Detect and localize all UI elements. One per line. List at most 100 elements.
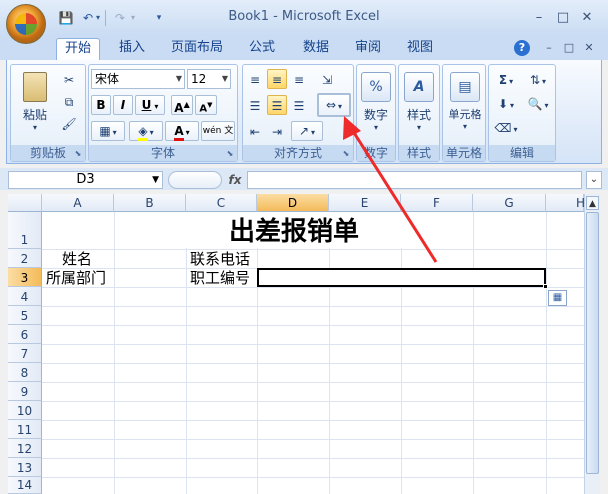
workbook-minimize-button[interactable]: – (540, 40, 558, 56)
alignment-dialog-launcher-icon[interactable]: ⬊ (341, 149, 351, 159)
cut-icon[interactable]: ✂ (59, 69, 79, 89)
increase-indent-icon[interactable]: ⇥ (267, 121, 287, 141)
column-header-b[interactable]: B (114, 194, 186, 212)
alignment-group: ≡ ≡ ≡ ⇲ ☰ ☰ ☰ ⇔ ▾ ⇤ ⇥ ↗ ▾ 对齐方式 ⬊ (242, 64, 354, 162)
cells-button[interactable]: ▤ 单元格 ▾ (445, 67, 485, 141)
clipboard-dialog-launcher-icon[interactable]: ⬊ (73, 149, 83, 159)
align-right-icon[interactable]: ☰ (289, 95, 309, 115)
orientation-button[interactable]: ↗ ▾ (291, 121, 323, 141)
editing-group-label: 编辑 (489, 145, 555, 161)
row-header-13[interactable]: 13 (8, 458, 42, 477)
help-icon[interactable]: ? (514, 40, 530, 56)
column-header-g[interactable]: G (473, 194, 546, 212)
number-dropdown-icon: ▾ (373, 123, 378, 132)
formula-bar-splitter[interactable] (168, 171, 222, 189)
cell-c2[interactable]: 联系电话 (190, 250, 250, 268)
restore-button[interactable]: □ (554, 10, 572, 26)
align-bottom-icon[interactable]: ≡ (289, 69, 309, 89)
decrease-indent-icon[interactable]: ⇤ (245, 121, 265, 141)
clear-button[interactable]: ⌫ ▾ (491, 117, 521, 137)
gridline-col (401, 212, 402, 494)
name-box-value: D3 (76, 172, 95, 187)
column-header-e[interactable]: E (329, 194, 401, 212)
title-cell[interactable]: 出差报销单 (186, 212, 402, 248)
format-painter-icon[interactable]: 🖌 (59, 113, 79, 133)
align-top-icon[interactable]: ≡ (245, 69, 265, 89)
styles-button[interactable]: A 样式 ▾ (401, 67, 437, 141)
autosum-button[interactable]: Σ ▾ (491, 69, 521, 89)
row-header-7[interactable]: 7 (8, 344, 42, 363)
select-all-corner[interactable] (8, 194, 42, 212)
row-header-8[interactable]: 8 (8, 363, 42, 382)
tab-page-layout[interactable]: 页面布局 (165, 38, 229, 60)
tab-home[interactable]: 开始 (56, 38, 100, 60)
font-dialog-launcher-icon[interactable]: ⬊ (225, 149, 235, 159)
formula-input[interactable] (247, 171, 582, 189)
sort-filter-button[interactable]: ⇅ ▾ (523, 69, 553, 89)
scroll-up-icon[interactable]: ▲ (586, 196, 599, 210)
tab-view[interactable]: 视图 (398, 38, 442, 60)
phonetic-guide-button[interactable]: wén 文 (201, 121, 235, 141)
insert-function-icon[interactable]: fx (225, 171, 245, 189)
row-header-11[interactable]: 11 (8, 420, 42, 439)
shrink-font-button[interactable]: A▼ (195, 95, 217, 115)
row-header-1[interactable]: 1 (8, 212, 42, 249)
paste-button[interactable]: 粘贴 ▾ (15, 69, 55, 141)
selected-range-d3-g3[interactable] (257, 268, 546, 287)
merge-center-button[interactable]: ⇔ ▾ (317, 93, 351, 117)
expand-formula-bar-icon[interactable]: ⌄ (586, 171, 602, 189)
row-header-4[interactable]: 4 (8, 287, 42, 306)
font-name-combo[interactable]: 宋体 ▼ (91, 69, 185, 89)
row-header-14[interactable]: 14 (8, 477, 42, 494)
name-box-dropdown-icon[interactable]: ▼ (152, 172, 159, 188)
grow-font-button[interactable]: A▲ (171, 95, 193, 115)
minimize-button[interactable]: – (530, 10, 548, 26)
borders-button[interactable]: ▦ ▾ (91, 121, 125, 141)
align-middle-icon[interactable]: ≡ (267, 69, 287, 89)
font-size-combo[interactable]: 12 ▼ (187, 69, 231, 89)
row-header-2[interactable]: 2 (8, 249, 42, 268)
find-select-button[interactable]: 🔍 ▾ (523, 93, 553, 113)
row-header-9[interactable]: 9 (8, 382, 42, 401)
tab-formulas[interactable]: 公式 (240, 38, 284, 60)
align-left-icon[interactable]: ☰ (245, 95, 265, 115)
gridline-row (42, 401, 584, 402)
close-button[interactable]: ✕ (578, 10, 596, 26)
eraser-icon: ⌫ (494, 121, 512, 135)
tab-insert[interactable]: 插入 (110, 38, 154, 60)
column-header-f[interactable]: F (401, 194, 473, 212)
row-header-10[interactable]: 10 (8, 401, 42, 420)
copy-icon[interactable]: ⧉ (59, 91, 79, 111)
align-center-icon[interactable]: ☰ (267, 95, 287, 115)
underline-button[interactable]: U ▾ (135, 95, 165, 115)
paste-options-smart-tag-icon[interactable]: ▦ (548, 290, 567, 306)
italic-button[interactable]: I (113, 95, 133, 115)
row-header-3[interactable]: 3 (8, 268, 42, 287)
column-header-d[interactable]: D (257, 194, 329, 212)
fill-color-button[interactable]: ◈ ▾ (129, 121, 163, 141)
cell-a3[interactable]: 所属部门 (46, 269, 106, 287)
tab-data[interactable]: 数据 (294, 38, 338, 60)
paste-label: 粘贴 (22, 108, 47, 122)
workbook-close-button[interactable]: ✕ (580, 40, 598, 56)
column-header-h[interactable]: H (546, 194, 585, 212)
number-format-button[interactable]: % 数字 ▾ (359, 67, 393, 141)
font-color-button[interactable]: A ▾ (165, 121, 199, 141)
row-header-12[interactable]: 12 (8, 439, 42, 458)
tab-review[interactable]: 审阅 (346, 38, 390, 60)
fill-button[interactable]: ⬇ ▾ (491, 93, 521, 113)
column-header-a[interactable]: A (42, 194, 114, 212)
bold-button[interactable]: B (91, 95, 111, 115)
cell-c3[interactable]: 职工编号 (190, 269, 250, 287)
fill-handle[interactable] (543, 284, 548, 289)
scroll-thumb[interactable] (586, 212, 599, 474)
row-header-6[interactable]: 6 (8, 325, 42, 344)
orientation-icon: ↗ (298, 124, 310, 138)
cell-a2[interactable]: 姓名 (62, 250, 92, 268)
wrap-text-icon[interactable]: ⇲ (317, 69, 337, 89)
workbook-restore-button[interactable]: □ (560, 40, 578, 56)
name-box[interactable]: D3 ▼ (8, 171, 163, 189)
column-header-c[interactable]: C (186, 194, 257, 212)
office-button[interactable] (6, 4, 46, 44)
row-header-5[interactable]: 5 (8, 306, 42, 325)
